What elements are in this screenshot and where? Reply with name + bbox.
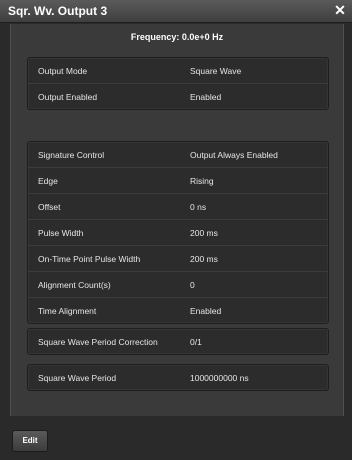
- period-value: 1000000000 ns: [190, 373, 249, 383]
- output-enabled-label: Output Enabled: [38, 92, 98, 102]
- frequency-readout: Frequency: 0.0e+0 Hz: [130, 32, 224, 42]
- time-alignment-label: Time Alignment: [38, 306, 97, 316]
- signature-control-row: Signature Control Output Always Enabled: [28, 142, 328, 168]
- time-alignment-row: Time Alignment Enabled: [28, 298, 328, 323]
- dialog-title: Sqr. Wv. Output 3: [8, 4, 108, 18]
- period-correction-row: Square Wave Period Correction 0/1: [28, 329, 328, 354]
- alignment-count-value: 0: [190, 280, 195, 290]
- pulse-width-row: Pulse Width 200 ms: [28, 220, 328, 246]
- close-icon[interactable]: ✕: [332, 2, 348, 18]
- output-enabled-value: Enabled: [190, 92, 222, 102]
- output-mode-label: Output Mode: [38, 66, 88, 76]
- on-time-point-pulse-width-label: On-Time Point Pulse Width: [38, 254, 141, 264]
- on-time-point-pulse-width-value: 200 ms: [190, 254, 218, 264]
- signature-control-label: Signature Control: [38, 150, 105, 160]
- time-alignment-value: Enabled: [190, 306, 222, 316]
- output-mode-group: Output Mode Square Wave Output Enabled E…: [27, 57, 329, 110]
- edit-button[interactable]: Edit: [12, 430, 48, 452]
- period-group: Square Wave Period 1000000000 ns: [27, 364, 329, 391]
- period-correction-value: 0/1: [190, 337, 202, 347]
- alignment-count-label: Alignment Count(s): [38, 280, 111, 290]
- offset-row: Offset 0 ns: [28, 194, 328, 220]
- edge-label: Edge: [38, 176, 58, 186]
- signature-control-value: Output Always Enabled: [190, 150, 278, 160]
- period-correction-group: Square Wave Period Correction 0/1: [27, 328, 329, 355]
- pulse-width-value: 200 ms: [190, 228, 218, 238]
- title-bar: Sqr. Wv. Output 3 ✕: [0, 0, 352, 23]
- output-mode-row: Output Mode Square Wave: [28, 58, 328, 84]
- period-correction-label: Square Wave Period Correction: [38, 337, 158, 347]
- offset-value: 0 ns: [190, 202, 207, 212]
- period-label: Square Wave Period: [38, 373, 117, 383]
- pulse-width-label: Pulse Width: [38, 228, 84, 238]
- period-row: Square Wave Period 1000000000 ns: [28, 365, 328, 390]
- output-mode-value: Square Wave: [190, 66, 242, 76]
- dialog-body: Frequency: 0.0e+0 Hz Output Mode Square …: [10, 24, 344, 416]
- dialog-window: Sqr. Wv. Output 3 ✕ Frequency: 0.0e+0 Hz…: [0, 0, 352, 460]
- edge-value: Rising: [190, 176, 214, 186]
- signal-settings-group: Signature Control Output Always Enabled …: [27, 141, 329, 324]
- dialog-footer: Edit: [0, 420, 352, 460]
- on-time-point-pulse-width-row: On-Time Point Pulse Width 200 ms: [28, 246, 328, 272]
- output-enabled-row: Output Enabled Enabled: [28, 84, 328, 109]
- edge-row: Edge Rising: [28, 168, 328, 194]
- offset-label: Offset: [38, 202, 61, 212]
- alignment-count-row: Alignment Count(s) 0: [28, 272, 328, 298]
